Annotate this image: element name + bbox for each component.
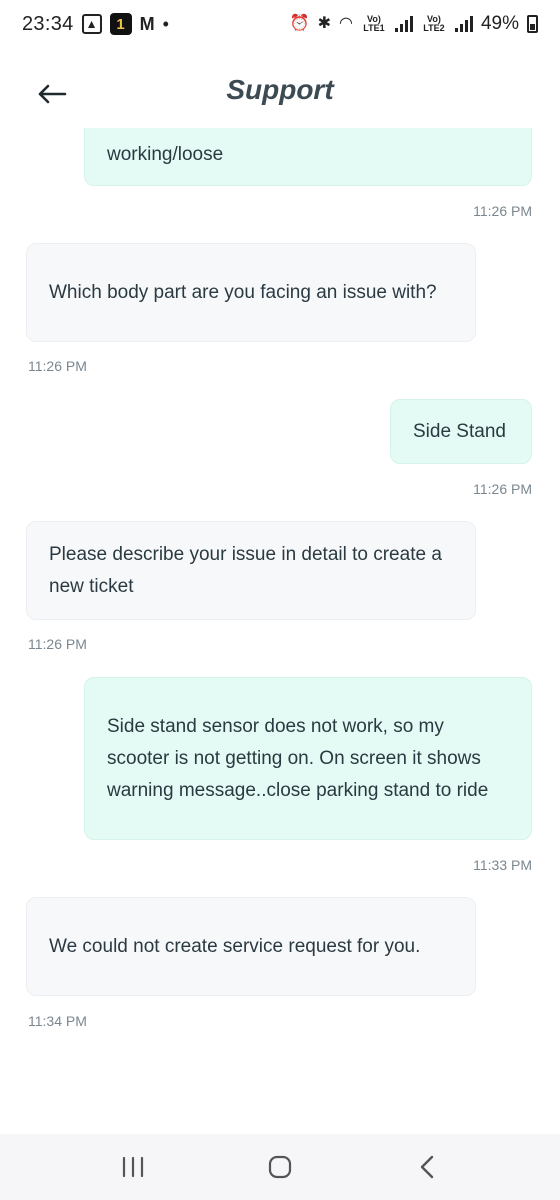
page-title: Support bbox=[226, 74, 334, 105]
message-time: 11:26 PM bbox=[28, 358, 87, 374]
message-text: Which body part are you facing an issue … bbox=[49, 281, 437, 303]
message-text: working/loose bbox=[107, 144, 224, 165]
home-icon bbox=[268, 1155, 292, 1179]
nav-back-icon bbox=[420, 1155, 433, 1179]
app-badge-icon: 1 bbox=[109, 13, 132, 35]
battery-percent: 49% bbox=[480, 13, 519, 34]
alarm-icon: ⏰ bbox=[289, 15, 310, 32]
message-text: Side stand sensor does not work, so my s… bbox=[107, 715, 489, 801]
gmail-icon: M bbox=[139, 13, 155, 34]
status-time: 23:34 bbox=[22, 12, 74, 35]
system-nav-bar bbox=[0, 1134, 560, 1200]
app-header: Support bbox=[0, 56, 560, 132]
message-time: 11:26 PM bbox=[473, 203, 532, 219]
message-text: Side Stand bbox=[413, 420, 506, 442]
wifi-icon: ◠ bbox=[339, 15, 353, 32]
message-time: 11:34 PM bbox=[28, 1013, 87, 1029]
message-text: We could not create service request for … bbox=[49, 935, 421, 957]
lte1-label: Vo) LTE1 bbox=[363, 14, 385, 33]
bluetooth-icon: ✱ bbox=[317, 15, 331, 32]
recents-button[interactable] bbox=[103, 1143, 163, 1191]
home-button[interactable] bbox=[250, 1143, 310, 1191]
message-bubble-user: Side Stand bbox=[390, 399, 532, 464]
lte2-label: Vo) LTE2 bbox=[423, 14, 445, 33]
signal2-icon bbox=[454, 16, 473, 32]
nav-back-button[interactable] bbox=[397, 1143, 457, 1191]
message-bubble-user: working/loose bbox=[84, 128, 532, 186]
message-bubble-bot: Which body part are you facing an issue … bbox=[26, 243, 476, 342]
message-time: 11:33 PM bbox=[473, 857, 532, 873]
gallery-icon: ▲ bbox=[81, 14, 102, 34]
status-bar: 23:34 ▲ 1 M • ⏰ ✱ ◠ Vo) LTE1 Vo) LTE2 49… bbox=[0, 0, 560, 48]
message-time: 11:26 PM bbox=[473, 481, 532, 497]
recents-icon bbox=[123, 1156, 144, 1178]
message-bubble-user: Side stand sensor does not work, so my s… bbox=[84, 677, 532, 840]
more-notifications-icon: • bbox=[162, 13, 169, 34]
message-bubble-bot: We could not create service request for … bbox=[26, 897, 476, 996]
message-time: 11:26 PM bbox=[28, 636, 87, 652]
message-text: Please describe your issue in detail to … bbox=[49, 543, 442, 597]
battery-icon bbox=[527, 15, 538, 33]
status-left: 23:34 ▲ 1 M • bbox=[22, 13, 169, 36]
signal1-icon bbox=[394, 16, 413, 32]
message-bubble-bot: Please describe your issue in detail to … bbox=[26, 521, 476, 620]
status-right: ⏰ ✱ ◠ Vo) LTE1 Vo) LTE2 49% bbox=[290, 13, 538, 35]
chat-thread[interactable]: working/loose 11:26 PM Which body part a… bbox=[0, 128, 560, 1128]
